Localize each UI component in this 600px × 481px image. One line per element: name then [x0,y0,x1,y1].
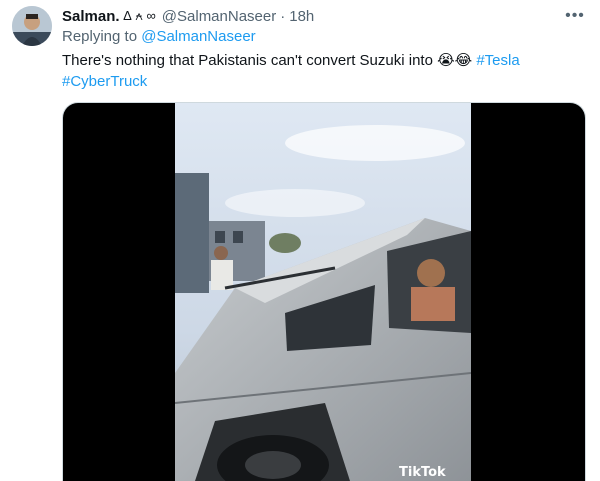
tweet-emojis: 😭😂 [437,52,473,69]
replying-prefix: Replying to [62,28,138,45]
tweet-header: Salman. ∆ ⍲ ∞ @SalmanNaseer · 18h [62,6,314,26]
hashtag-cybertruck[interactable]: #CyberTruck [62,73,147,90]
display-name[interactable]: Salman. [62,8,120,25]
cybertruck-video-image [175,103,471,481]
more-options-icon[interactable]: ••• [564,6,586,26]
replying-to: Replying to @SalmanNaseer [62,28,256,45]
tweet-text: There's nothing that Pakistanis can't co… [62,50,582,92]
replying-to-link[interactable]: @SalmanNaseer [141,28,255,45]
timestamp[interactable]: 18h [289,8,314,25]
video-player[interactable]: TikTok [62,102,586,481]
tiktok-watermark: TikTok [399,465,446,480]
user-handle[interactable]: @SalmanNaseer [162,8,276,25]
video-frame [175,103,471,481]
separator-dot: · [280,7,286,25]
avatar-image [12,6,52,46]
name-badges: ∆ ⍲ ∞ [123,8,156,23]
avatar[interactable] [12,6,52,46]
hashtag-tesla[interactable]: #Tesla [476,52,519,69]
tweet-body: There's nothing that Pakistanis can't co… [62,52,433,69]
